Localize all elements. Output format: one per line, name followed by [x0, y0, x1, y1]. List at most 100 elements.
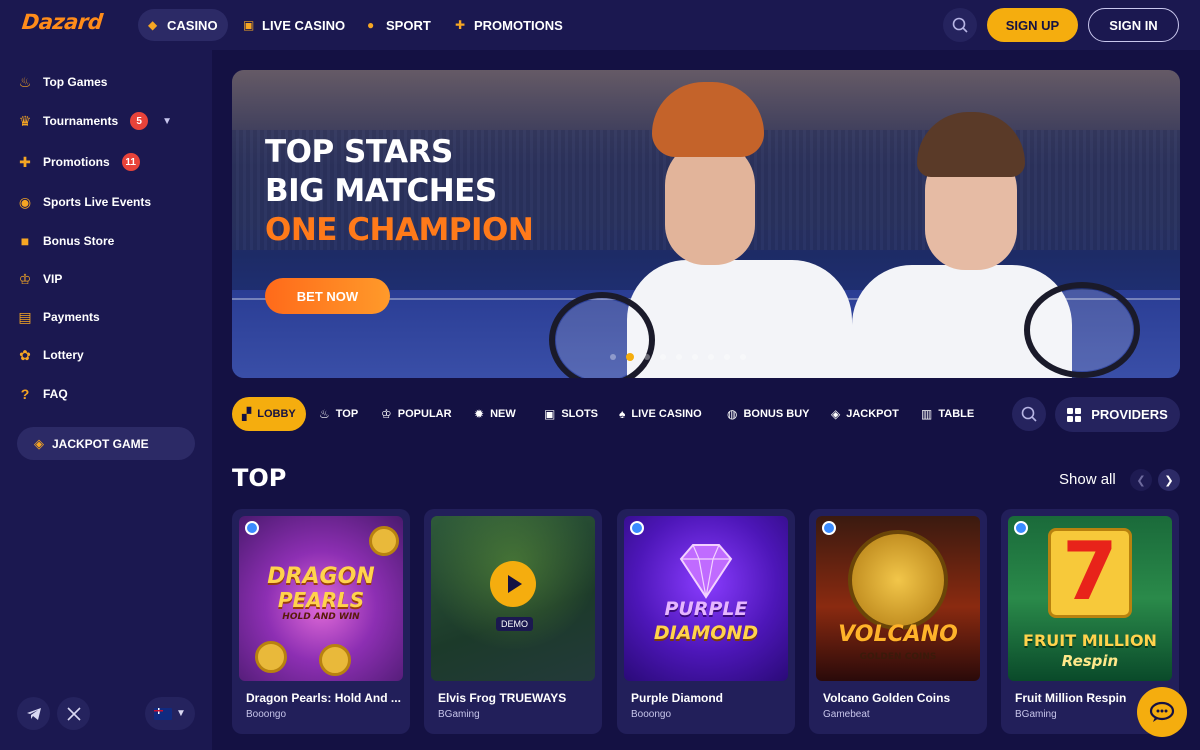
chevron-down-icon[interactable]: ▼ [162, 116, 172, 127]
game-search-button[interactable] [1012, 397, 1046, 431]
language-selector[interactable]: ▼ [145, 697, 195, 730]
top-navigation-bar: Dazard ◆ CASINO ▣ LIVE CASINO ● SPORT ✚ … [0, 0, 1200, 50]
sidebar-item-label: VIP [43, 272, 63, 286]
sign-in-button[interactable]: SIGN IN [1088, 8, 1179, 42]
search-icon [952, 17, 968, 33]
category-popular[interactable]: ♔ POPULAR [371, 397, 462, 431]
search-icon [1021, 406, 1037, 422]
carousel-dot[interactable] [626, 353, 634, 361]
game-card[interactable]: DEMO Elvis Frog TRUEWAYS BGaming [424, 509, 602, 734]
sign-up-button[interactable]: SIGN UP [987, 8, 1078, 42]
play-button[interactable] [490, 561, 536, 607]
sidebar-item-promotions[interactable]: ✚ Promotions 11 [17, 151, 140, 173]
game-card[interactable]: DRAGON PEARLS HOLD AND WIN Dragon Pearls… [232, 509, 410, 734]
category-top[interactable]: ♨ TOP [309, 397, 368, 431]
sidebar-item-faq[interactable]: ? FAQ [17, 383, 68, 405]
count-badge: 5 [130, 112, 149, 130]
sidebar-item-sports-live-events[interactable]: ◉ Sports Live Events [17, 191, 151, 213]
sidebar-item-payments[interactable]: ▤ Payments [17, 306, 99, 328]
category-bonus-buy[interactable]: ◍ BONUS BUY [717, 397, 820, 431]
telegram-button[interactable] [17, 697, 50, 730]
jackpot-game-button[interactable]: ◈ JACKPOT GAME [17, 427, 195, 460]
tab-sport[interactable]: ● SPORT [357, 9, 441, 41]
game-logo-text: 7 [1062, 525, 1118, 618]
demo-label[interactable]: DEMO [496, 617, 533, 631]
category-label: LOBBY [257, 408, 296, 420]
cards-icon: ▥ [921, 407, 933, 421]
telegram-icon [26, 707, 41, 720]
game-title: Purple Diamond [631, 691, 724, 705]
game-thumbnail: DEMO [431, 516, 595, 681]
carousel-pagination [610, 353, 746, 361]
jackpot-gem-icon [822, 521, 836, 535]
carousel-dot[interactable] [740, 354, 746, 360]
tab-casino[interactable]: ◆ CASINO [138, 9, 228, 41]
game-thumbnail: PURPLE DIAMOND [624, 516, 788, 681]
game-provider: BGaming [438, 709, 480, 720]
game-title: Fruit Million Respin [1015, 691, 1127, 705]
carousel-dot[interactable] [610, 354, 616, 360]
show-all-link[interactable]: Show all [1059, 471, 1116, 488]
sidebar-item-bonus-store[interactable]: ■ Bonus Store [17, 230, 115, 252]
jackpot-gem-icon [630, 521, 644, 535]
category-table[interactable]: ▥ TABLE [911, 397, 984, 431]
spade-icon: ♠ [619, 407, 626, 421]
carousel-dot[interactable] [660, 354, 666, 360]
game-logo-text: PURPLE [664, 598, 748, 620]
game-provider: Booongo [631, 709, 672, 720]
game-title: Elvis Frog TRUEWAYS [438, 691, 567, 705]
providers-label: PROVIDERS [1091, 407, 1168, 422]
category-jackpot[interactable]: ◈ JACKPOT [821, 397, 909, 431]
diamond-image [679, 544, 733, 599]
sidebar-item-label: Top Games [43, 75, 108, 89]
tennis-racket-image [1024, 282, 1140, 378]
new-icon: ✹ [474, 407, 485, 421]
game-logo-text: DRAGON [267, 564, 375, 589]
carousel-dot[interactable] [724, 354, 730, 360]
carousel-dot[interactable] [644, 354, 650, 360]
game-logo-text: PEARLS [277, 588, 365, 612]
category-slots[interactable]: ▣ SLOTS [534, 397, 608, 431]
game-logo-text: HOLD AND WIN [282, 612, 360, 622]
sidebar-item-tournaments[interactable]: ♛ Tournaments 5 ▼ [17, 110, 172, 132]
live-icon: ▣ [243, 18, 255, 32]
category-label: BONUS BUY [743, 408, 810, 420]
x-twitter-button[interactable] [57, 697, 90, 730]
tab-label: PROMOTIONS [474, 17, 563, 33]
sidebar-item-label: Bonus Store [43, 234, 115, 248]
x-icon [66, 706, 81, 721]
jackpot-gem-icon [245, 521, 259, 535]
category-live-casino[interactable]: ♠ LIVE CASINO [609, 397, 712, 431]
sidebar-item-label: Promotions [43, 155, 110, 169]
search-button[interactable] [943, 8, 977, 42]
providers-button[interactable]: PROVIDERS [1055, 397, 1180, 432]
category-new[interactable]: ✹ NEW [464, 397, 526, 431]
tab-live-casino[interactable]: ▣ LIVE CASINO [233, 9, 355, 41]
gold-coin-image [255, 641, 287, 673]
sidebar-item-lottery[interactable]: ✿ Lottery [17, 344, 84, 366]
live-chat-button[interactable] [1137, 687, 1187, 737]
trophy-icon: ♛ [18, 113, 32, 129]
banner-headline-1: TOP STARS [265, 134, 453, 170]
bet-now-button[interactable]: BET NOW [265, 278, 390, 314]
carousel-dot[interactable] [676, 354, 682, 360]
chat-icon [1149, 701, 1175, 722]
category-bar: ▞ LOBBY ♨ TOP ♔ POPULAR ✹ NEW ▣ SLOTS ♠ LIVE C… [232, 397, 1032, 433]
section-title: TOP [232, 464, 287, 492]
carousel-next-button[interactable]: ❯ [1158, 469, 1180, 491]
sidebar-item-vip[interactable]: ♔ VIP [17, 268, 63, 290]
brand-logo[interactable]: Dazard [21, 10, 104, 34]
carousel-prev-button[interactable]: ❮ [1130, 469, 1152, 491]
category-label: LIVE CASINO [631, 408, 702, 420]
count-badge: 11 [121, 153, 140, 171]
carousel-dot[interactable] [708, 354, 714, 360]
game-card[interactable]: VOLCANO GOLDEN COINS Volcano Golden Coin… [809, 509, 987, 734]
sidebar-item-label: Lottery [43, 348, 84, 362]
game-card[interactable]: PURPLE DIAMOND Purple Diamond Booongo [617, 509, 795, 734]
sidebar-item-label: FAQ [43, 387, 68, 401]
category-lobby[interactable]: ▞ LOBBY [232, 397, 306, 431]
sidebar-item-top-games[interactable]: ♨ Top Games [17, 71, 108, 93]
hero-banner[interactable]: TOP STARS BIG MATCHES ONE CHAMPION BET N… [232, 70, 1180, 378]
tab-promotions[interactable]: ✚ PROMOTIONS [445, 9, 573, 41]
carousel-dot[interactable] [692, 354, 698, 360]
